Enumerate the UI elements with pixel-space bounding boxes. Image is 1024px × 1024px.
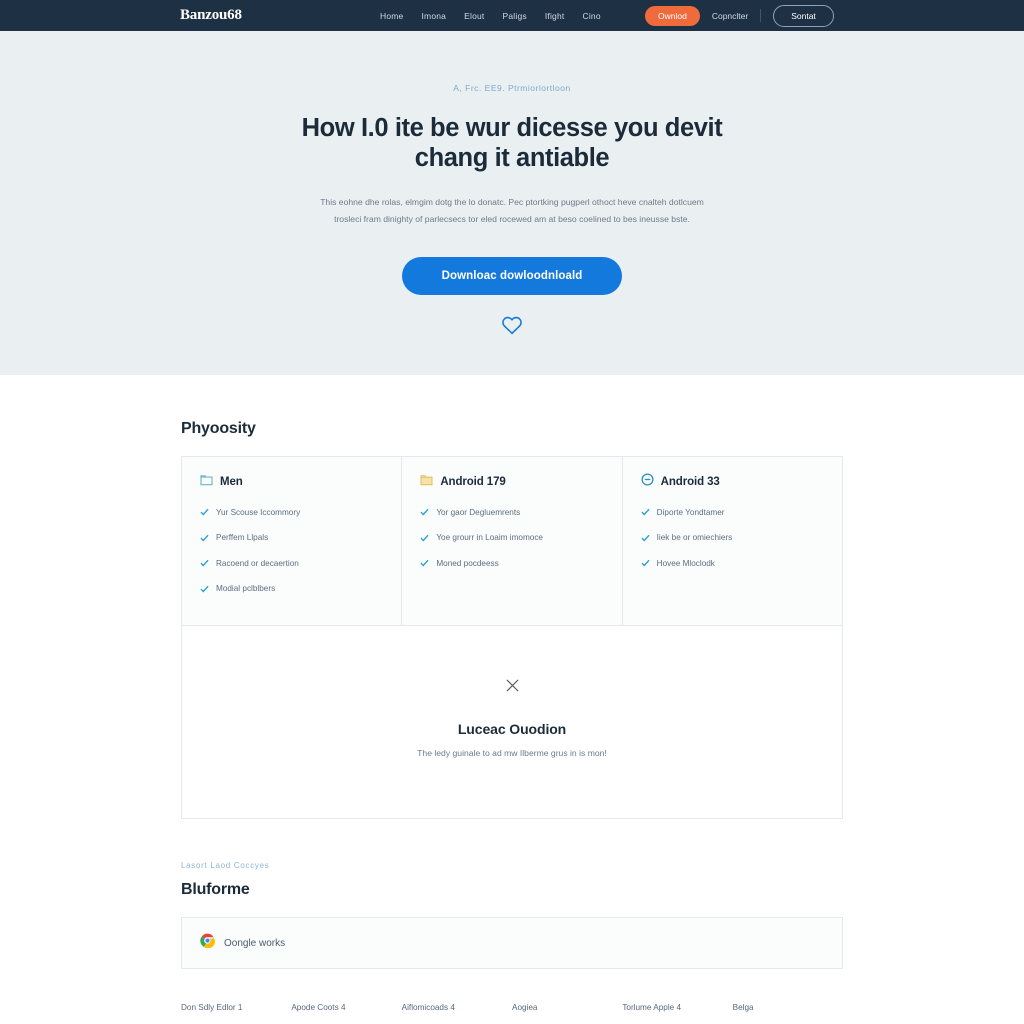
- check-icon: [420, 503, 429, 521]
- footer-column-3: Aiflomicoads 4 Ms Dixelly Bolte Faint Ho…: [402, 1003, 512, 1024]
- list-item: Iiek be or omiechiers: [641, 529, 824, 547]
- chrome-logo-icon: [200, 933, 215, 953]
- list-item-label: Perffem Llpals: [216, 533, 269, 542]
- folder-blue-icon: [200, 473, 213, 491]
- check-icon: [200, 580, 209, 598]
- site-logo[interactable]: Banzou68: [180, 7, 242, 24]
- check-icon: [200, 529, 209, 547]
- hero-subtitle: This eohne dhe rolas, elmgim dotg the lo…: [320, 196, 704, 224]
- brand-row-google[interactable]: Oongle works: [181, 917, 843, 969]
- card-header: Android 33: [641, 473, 824, 491]
- list-item-label: Moned pocdeess: [436, 558, 499, 568]
- hero-section: A, Frc. EE9. Ptrmiorlortloon How I.0 ite…: [0, 31, 1024, 375]
- check-icon: [420, 529, 429, 547]
- footer-column-6: Belga Coopel Hone Lopnolble Repsations E…: [733, 1003, 843, 1024]
- check-icon: [641, 554, 650, 572]
- footer-column-5: Torlume Apple 4 Loog Ms Nomalls Punds: [622, 1003, 732, 1024]
- hero-download-button[interactable]: Downloac dowloodnloald: [401, 256, 623, 295]
- heart-outline-icon: [501, 315, 523, 340]
- favorite-button[interactable]: [0, 315, 1024, 340]
- list-item: Hovee Mloclodk: [641, 554, 824, 572]
- nav-link-cino[interactable]: Cino: [582, 11, 600, 21]
- list-item-label: Iiek be or omiechiers: [656, 533, 733, 542]
- nav-link-ifight[interactable]: Ifight: [545, 11, 565, 21]
- check-icon: [641, 529, 650, 547]
- list-item: Moned pocdeess: [420, 554, 603, 572]
- footer-column-heading: Torlume Apple 4: [622, 1003, 682, 1012]
- card-title: Men: [220, 476, 243, 488]
- footer-column-heading: Apode Coots 4: [291, 1003, 346, 1012]
- feature-card-android-33[interactable]: Android 33 Diporte Yondtamer Iiek be or …: [622, 456, 843, 626]
- nav-link-copnclter[interactable]: Copnclter: [712, 11, 748, 21]
- folder-yellow-icon: [420, 473, 433, 491]
- nav-download-button[interactable]: Ownlod: [645, 5, 700, 26]
- panel-subtitle: The ledy guinale to ad mw Ilberme grus i…: [417, 748, 607, 758]
- list-item-label: Hovee Mloclodk: [656, 558, 715, 568]
- brands-section-title: Bluforme: [181, 881, 250, 898]
- check-icon: [420, 554, 429, 572]
- footer-column-4: Aogiea Hemlbets Mame Monolu Nemor: [512, 1003, 622, 1024]
- check-icon: [200, 503, 209, 521]
- nav-link-imona[interactable]: Imona: [421, 11, 446, 21]
- check-icon: [641, 503, 650, 521]
- nav-link-home[interactable]: Home: [380, 11, 403, 21]
- footer-column-heading: Aogiea: [511, 1003, 538, 1012]
- empty-state-panel: Luceac Ouodion The ledy guinale to ad mw…: [181, 626, 843, 819]
- list-item: Yor gaor Degluemrents: [420, 503, 603, 521]
- panel-title: Luceac Ouodion: [457, 721, 567, 737]
- hero-eyebrow: A, Frc. EE9. Ptrmiorlortloon: [453, 83, 571, 93]
- list-item-label: Yor gaor Degluemrents: [436, 507, 521, 517]
- card-header: Android 179: [420, 473, 603, 491]
- feature-cards: Men Yur Scouse Iccommory Perffem Llpals …: [181, 456, 843, 626]
- feature-card-android-179[interactable]: Android 179 Yor gaor Degluemrents Yoe gr…: [402, 456, 623, 626]
- brand-label: Oongle works: [224, 937, 286, 949]
- page-title: How I.0 ite be wur dicesse you devit cha…: [301, 114, 723, 173]
- footer-column-heading: Don Sdly Edlor 1: [181, 1003, 243, 1012]
- list-item: Modial pclblbers: [200, 580, 383, 598]
- nav-link-paligs[interactable]: Paligs: [502, 11, 526, 21]
- nav-contact-button[interactable]: Sontat: [773, 4, 834, 27]
- card-title: Android 33: [660, 476, 720, 488]
- nav-links: Home Imona Elout Paligs Ifight Cino: [380, 11, 601, 21]
- footer-column-heading: Belga: [732, 1003, 754, 1012]
- nav-link-elout[interactable]: Elout: [464, 11, 484, 21]
- list-item-label: Yur Scouse Iccommory: [216, 507, 301, 517]
- check-icon: [200, 554, 209, 572]
- list-item-label: Yoe grourr in Loaim imomoce: [436, 533, 543, 542]
- minus-circle-teal-icon: [641, 473, 654, 491]
- footer-column-heading: Aiflomicoads 4: [401, 1003, 455, 1012]
- features-section-title: Phyoosity: [181, 420, 256, 437]
- card-header: Men: [200, 473, 383, 491]
- top-navbar: Banzou68 Home Imona Elout Paligs Ifight …: [0, 0, 1024, 31]
- nav-divider: [760, 9, 762, 22]
- card-title: Android 179: [440, 476, 506, 488]
- list-item: Racoend or decaertion: [200, 554, 383, 572]
- main-content: Phyoosity Men Yur Scouse Iccommory Perff…: [0, 375, 1024, 1024]
- list-item-label: Modial pclblbers: [216, 584, 276, 593]
- brands-eyebrow: Lasort Laod Coccyes: [181, 861, 270, 870]
- footer-column-2: Apode Coots 4 Tual Prierning Doreall Ixt…: [291, 1003, 401, 1024]
- footer-columns: Don Sdly Edlor 1 Marhude Willl odo Numa …: [181, 969, 843, 1024]
- list-item-label: Racoend or decaertion: [216, 558, 299, 568]
- list-item: Yur Scouse Iccommory: [200, 503, 383, 521]
- list-item: Yoe grourr in Loaim imomoce: [420, 529, 603, 547]
- list-item: Diporte Yondtamer: [641, 503, 824, 521]
- feature-card-men[interactable]: Men Yur Scouse Iccommory Perffem Llpals …: [181, 456, 403, 626]
- close-x-icon[interactable]: [202, 678, 822, 698]
- list-item-label: Diporte Yondtamer: [656, 507, 725, 517]
- footer-column-1: Don Sdly Edlor 1 Marhude Willl odo Numa …: [181, 1003, 291, 1024]
- nav-actions: Ownlod Copnclter Sontat: [645, 4, 834, 27]
- list-item: Perffem Llpals: [200, 529, 383, 547]
